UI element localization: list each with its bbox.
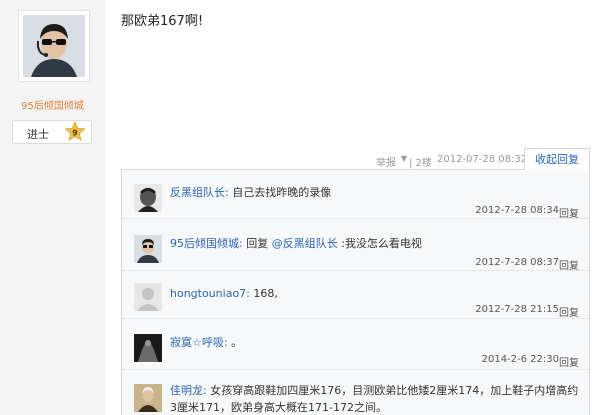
floor-number: | 2楼 [409, 158, 432, 169]
reply-username[interactable]: hongtouniao7: [170, 287, 250, 300]
reply-text: :我没怎么看电视 [341, 237, 422, 250]
star-badge-icon: 9 [64, 120, 86, 142]
author-avatar[interactable] [18, 10, 90, 82]
post-content: 那欧弟167啊! [121, 14, 204, 29]
chevron-down-icon[interactable]: ▼ [401, 154, 407, 163]
reply-username[interactable]: 反黑组队长: [170, 186, 229, 199]
reply-time: 2012-7-28 08:37 [475, 257, 559, 268]
list-item: 95后倾国倾城: 回复 @反黑组队长 :我没怎么看电视 2012-7-28 08… [122, 219, 589, 272]
reply-text: 女孩穿高跟鞋加四厘米176，目测欧弟比他矮2厘米174，加上鞋子内增高约3厘米1… [170, 384, 579, 414]
list-item: 反黑组队长: 自己去找昨晚的录像 2012-7-28 08:34 回复 [122, 170, 589, 220]
reply-username[interactable]: 寂寞☆呼吸: [170, 336, 228, 349]
mention-link[interactable]: @反黑组队长 [272, 237, 338, 250]
reply-time: 2012-7-28 08:34 [475, 205, 559, 216]
reply-username[interactable]: 95后倾国倾城: [170, 237, 243, 250]
reply-button[interactable]: 回复 [559, 257, 579, 272]
reply-avatar[interactable] [134, 235, 162, 263]
reply-avatar[interactable] [134, 334, 162, 362]
level-number: 9 [72, 129, 78, 138]
reply-username[interactable]: 佳明龙: [170, 384, 207, 397]
post-meta-bar: 举报 ▼ | 2楼 2012-07-28 08:32 [0, 150, 600, 170]
reply-button[interactable]: 回复 [559, 205, 579, 220]
reply-button[interactable]: 回复 [559, 304, 579, 319]
list-item: 佳明龙: 女孩穿高跟鞋加四厘米176，目测欧弟比他矮2厘米174，加上鞋子内增高… [122, 370, 589, 415]
reply-avatar[interactable] [134, 184, 162, 212]
reply-avatar[interactable] [134, 384, 162, 412]
list-item: hongtouniao7: 168, 2012-7-28 21:15 回复 [122, 271, 589, 319]
reply-list: 反黑组队长: 自己去找昨晚的录像 2012-7-28 08:34 回复 95后倾… [121, 169, 590, 415]
post-time: 2012-07-28 08:32 [437, 154, 528, 165]
level-badge-box: 进士 9 [12, 120, 92, 144]
reply-time: 2012-7-28 21:15 [475, 304, 559, 315]
reply-text: 。 [231, 336, 243, 349]
author-sidebar: 95后倾国倾城 进士 9 [0, 0, 105, 415]
reply-button[interactable]: 回复 [559, 354, 579, 369]
reply-time: 2014-2-6 22:30 [481, 354, 559, 365]
author-name[interactable]: 95后倾国倾城 [0, 97, 105, 112]
avatar-image [23, 15, 85, 77]
reply-prefix: 回复 [246, 237, 272, 250]
collapse-replies-button[interactable]: 收起回复 [524, 148, 590, 170]
list-item: 寂寞☆呼吸: 。 2014-2-6 22:30 回复 [122, 319, 589, 370]
report-link[interactable]: 举报 [376, 154, 396, 169]
reply-text: 自己去找昨晚的录像 [232, 186, 332, 199]
level-label: 进士 [27, 128, 49, 141]
reply-text: 168, [253, 287, 278, 300]
reply-avatar[interactable] [134, 283, 162, 311]
